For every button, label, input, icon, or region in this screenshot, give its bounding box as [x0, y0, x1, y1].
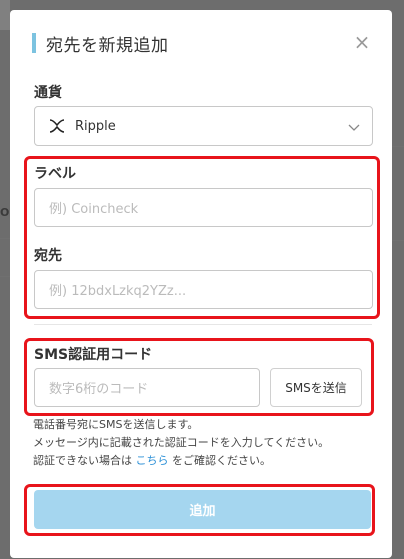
background-divider: [0, 238, 10, 239]
chevron-down-icon: [348, 121, 360, 136]
highlight-sms-section: [24, 338, 374, 416]
highlight-add-button: [24, 484, 375, 536]
modal-title: 宛先を新規追加: [46, 35, 169, 56]
help-link[interactable]: こちら: [136, 454, 169, 467]
title-accent-bar: [32, 33, 36, 53]
background-divider: [392, 240, 404, 241]
background-header-fragment: [0, 0, 10, 30]
sms-note-line-1: 電話番号宛にSMSを送信します。: [33, 418, 199, 431]
xrp-icon: [49, 119, 65, 133]
background-divider: [0, 276, 10, 277]
background-divider: [392, 146, 404, 147]
currency-label: 通貨: [34, 85, 62, 101]
currency-select[interactable]: Ripple: [34, 106, 373, 146]
modal-header: 宛先を新規追加: [32, 32, 169, 56]
currency-selected-value: Ripple: [75, 118, 116, 134]
sms-note-text-before: 認証できない場合は: [33, 454, 136, 467]
close-icon[interactable]: ×: [350, 30, 374, 54]
sms-note-text-after: をご確認ください。: [168, 454, 271, 467]
add-address-modal: 宛先を新規追加 × 通貨 Ripple ラベル 例) Coincheck 宛先 …: [10, 10, 392, 558]
sms-note-line-3: 認証できない場合は こちら をご確認ください。: [33, 452, 271, 470]
sms-note-line-2: メッセージ内に記載された認証コードを入力してください。: [33, 436, 330, 449]
highlight-label-address: [24, 156, 380, 319]
section-divider: [34, 324, 372, 325]
